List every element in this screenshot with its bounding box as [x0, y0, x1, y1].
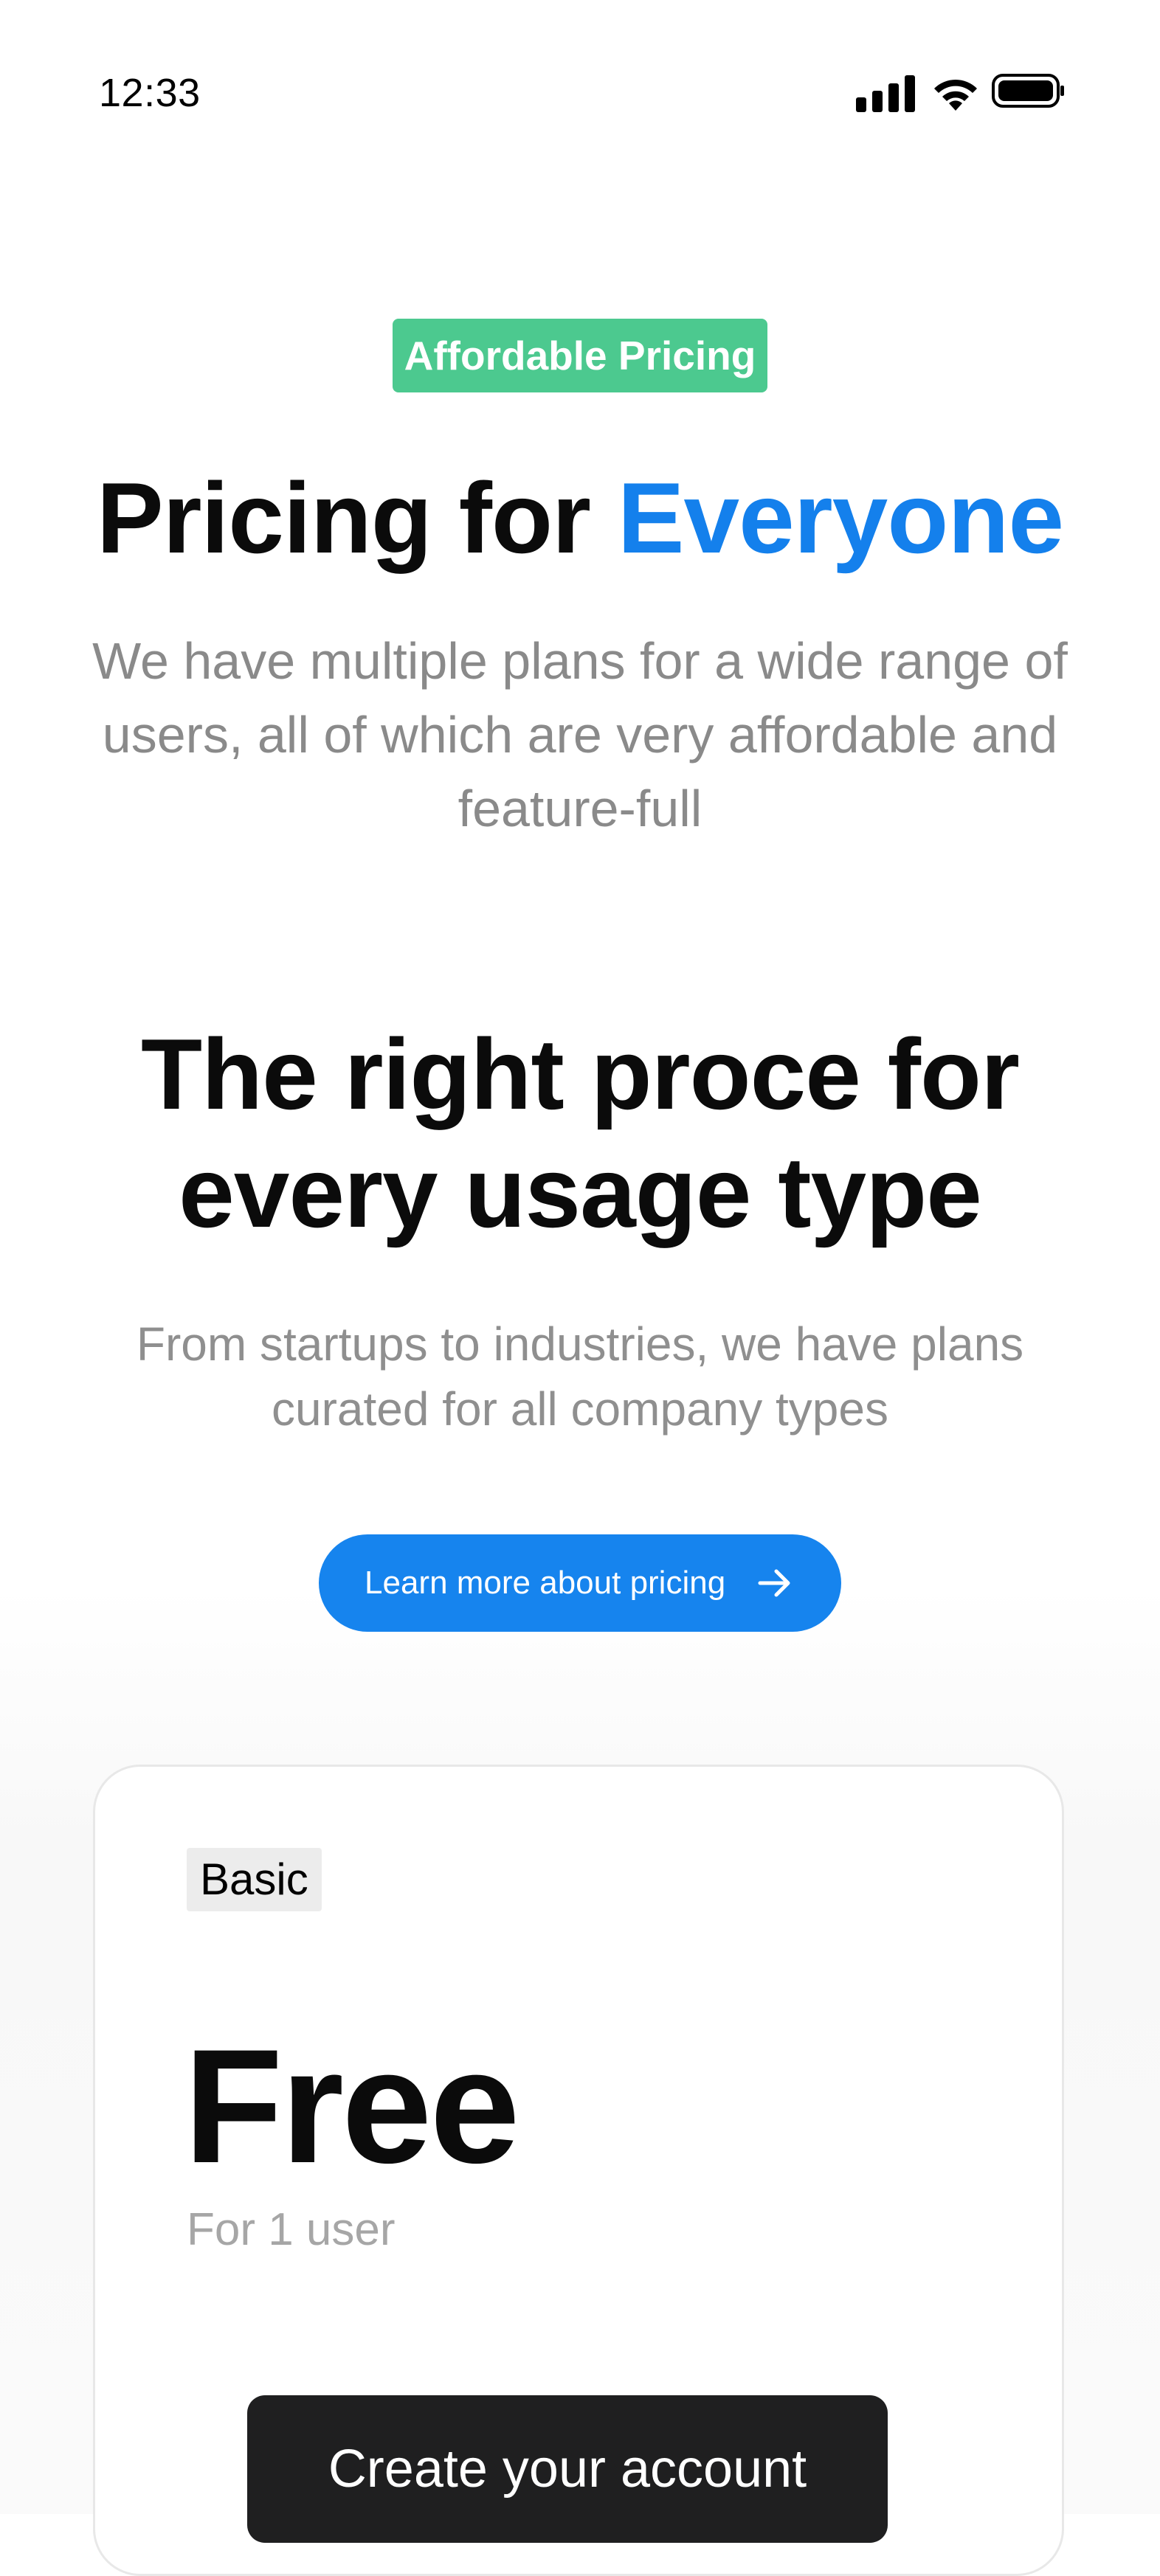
status-bar: 12:33 [0, 0, 1160, 148]
hero-title: Pricing for Everyone [0, 459, 1160, 577]
plan-tag: Basic [187, 1848, 322, 1911]
status-time: 12:33 [99, 71, 201, 115]
learn-more-pricing-label: Learn more about pricing [365, 1565, 726, 1601]
learn-more-pricing-button[interactable]: Learn more about pricing [319, 1534, 841, 1632]
section-subtitle: From startups to industries, we have pla… [136, 1318, 1024, 1436]
section-title: The right proce for every usage type [141, 1018, 1020, 1248]
signal-icon [856, 75, 915, 112]
hero-title-prefix: Pricing for [96, 462, 618, 574]
plan-users: For 1 user [187, 2204, 396, 2255]
pricing-page: 12:33 Affordable Pricing Pricing for Eve… [0, 0, 1160, 2576]
status-icons [856, 71, 1066, 115]
hero-title-accent: Everyone [617, 462, 1064, 574]
affordable-pricing-badge: Affordable Pricing [393, 319, 767, 392]
plan-price: Free [184, 2015, 520, 2197]
create-account-button[interactable]: Create your account [247, 2395, 888, 2543]
battery-icon [992, 74, 1064, 108]
arrow-right-icon [758, 1569, 790, 1597]
hero-subtitle: We have multiple plans for a wide range … [92, 632, 1068, 837]
wifi-icon [934, 79, 977, 111]
basic-plan-card: Basic Free For 1 user Create your accoun… [93, 1765, 1064, 2576]
